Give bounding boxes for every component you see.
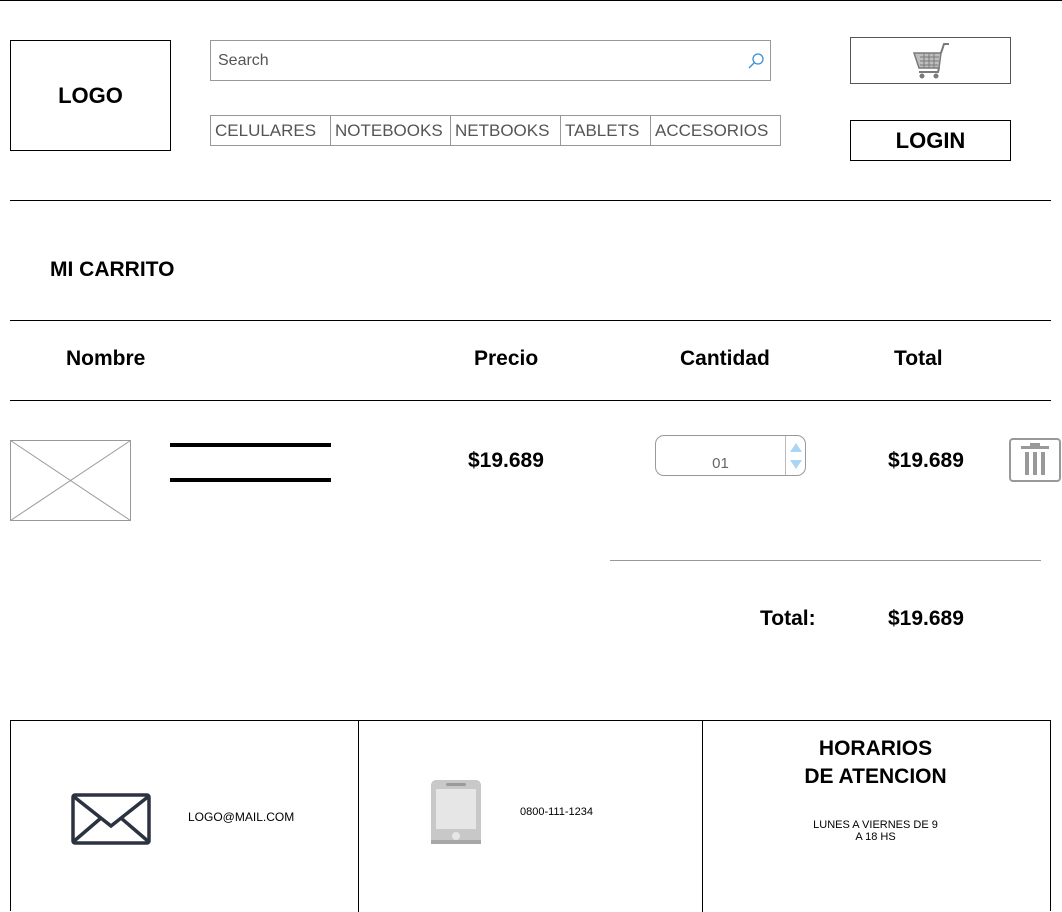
column-header-total: Total bbox=[894, 347, 943, 370]
decrement-arrow-icon[interactable] bbox=[790, 460, 802, 469]
column-header-price: Precio bbox=[474, 347, 539, 370]
search-input[interactable] bbox=[216, 50, 720, 71]
footer-contact-phone: 0800-111-1234 bbox=[359, 721, 703, 912]
cart-total-label: Total: bbox=[760, 607, 816, 630]
hours-title: HORARIOS DE ATENCION bbox=[804, 737, 947, 788]
cart-total-value: $19.689 bbox=[888, 607, 964, 630]
nav-tab-accesorios[interactable]: ACCESORIOS bbox=[650, 115, 781, 146]
category-nav: CELULARES NOTEBOOKS NETBOOKS TABLETS ACC… bbox=[210, 115, 781, 146]
page-title: MI CARRITO bbox=[50, 258, 175, 281]
increment-arrow-icon[interactable] bbox=[790, 443, 802, 452]
product-name-placeholder-line bbox=[170, 478, 331, 482]
login-button[interactable]: LOGIN bbox=[850, 120, 1011, 161]
top-rule bbox=[0, 0, 1062, 1]
table-top-rule bbox=[10, 320, 1051, 321]
search-bar[interactable] bbox=[210, 40, 771, 81]
footer-hours: HORARIOS DE ATENCION LUNES A VIERNES DE … bbox=[703, 721, 1050, 912]
cart-button[interactable] bbox=[850, 37, 1011, 84]
nav-tab-netbooks[interactable]: NETBOOKS bbox=[450, 115, 561, 146]
nav-tab-tablets[interactable]: TABLETS bbox=[560, 115, 651, 146]
header-divider bbox=[10, 200, 1051, 201]
logo[interactable]: LOGO bbox=[10, 40, 171, 151]
hours-text: LUNES A VIERNES DE 9 A 18 HS bbox=[813, 819, 938, 843]
search-icon[interactable] bbox=[746, 51, 766, 71]
quantity-spinner bbox=[785, 436, 805, 475]
product-name-placeholder-line bbox=[170, 443, 331, 447]
nav-tab-notebooks[interactable]: NOTEBOOKS bbox=[330, 115, 451, 146]
footer: LOGO@MAIL.COM 0800-111-1234 HORARIOS DE … bbox=[10, 720, 1051, 912]
footer-email[interactable]: LOGO@MAIL.COM bbox=[188, 810, 294, 824]
trash-icon[interactable] bbox=[1009, 438, 1061, 482]
footer-contact-email: LOGO@MAIL.COM bbox=[11, 721, 359, 912]
envelope-icon bbox=[71, 793, 151, 845]
shopping-cart-icon bbox=[912, 42, 949, 78]
product-image-placeholder[interactable] bbox=[10, 440, 131, 521]
column-header-name: Nombre bbox=[66, 347, 146, 370]
mobile-phone-icon bbox=[431, 780, 481, 844]
item-total: $19.689 bbox=[888, 449, 964, 472]
table-header-rule bbox=[10, 400, 1051, 401]
item-price: $19.689 bbox=[468, 449, 544, 472]
nav-tab-celulares[interactable]: CELULARES bbox=[210, 115, 331, 146]
quantity-stepper[interactable]: 01 bbox=[655, 435, 806, 476]
footer-phone[interactable]: 0800-111-1234 bbox=[520, 806, 593, 818]
total-divider bbox=[610, 560, 1041, 561]
column-header-quantity: Cantidad bbox=[680, 347, 770, 370]
quantity-value[interactable]: 01 bbox=[656, 455, 785, 472]
